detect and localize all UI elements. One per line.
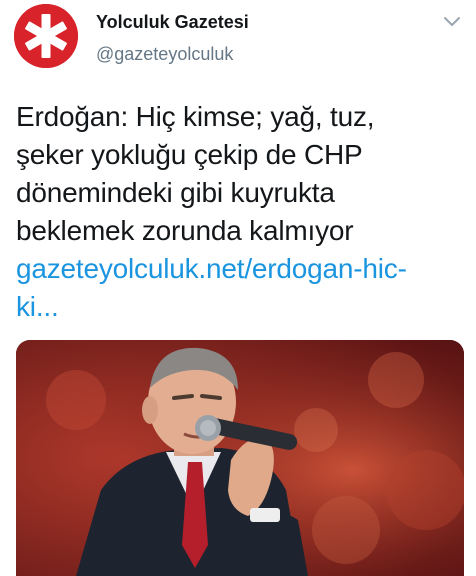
tweet-text-line: dönemindeki gibi kuyrukta: [16, 177, 335, 208]
asterisk-logo-icon: [14, 4, 78, 68]
account-handle[interactable]: @gazeteyolculuk: [96, 44, 233, 65]
photo-icon: [16, 340, 464, 576]
avatar[interactable]: [14, 4, 78, 68]
tweet-text: Erdoğan: Hiç kimse; yağ, tuz, şeker yokl…: [16, 98, 464, 326]
tweet-text-line: Erdoğan: Hiç kimse; yağ, tuz,: [16, 101, 375, 132]
tweet-link[interactable]: gazeteyolculuk.net/erdogan-hic-: [16, 250, 464, 288]
chevron-down-icon[interactable]: [440, 12, 464, 32]
tweet-media-photo[interactable]: [16, 340, 464, 576]
tweet-text-line: beklemek zorunda kalmıyor: [16, 215, 354, 246]
display-name[interactable]: Yolculuk Gazetesi: [96, 12, 249, 33]
tweet-link[interactable]: ki...: [16, 288, 464, 326]
tweet-text-line: şeker yokluğu çekip de CHP: [16, 139, 363, 170]
